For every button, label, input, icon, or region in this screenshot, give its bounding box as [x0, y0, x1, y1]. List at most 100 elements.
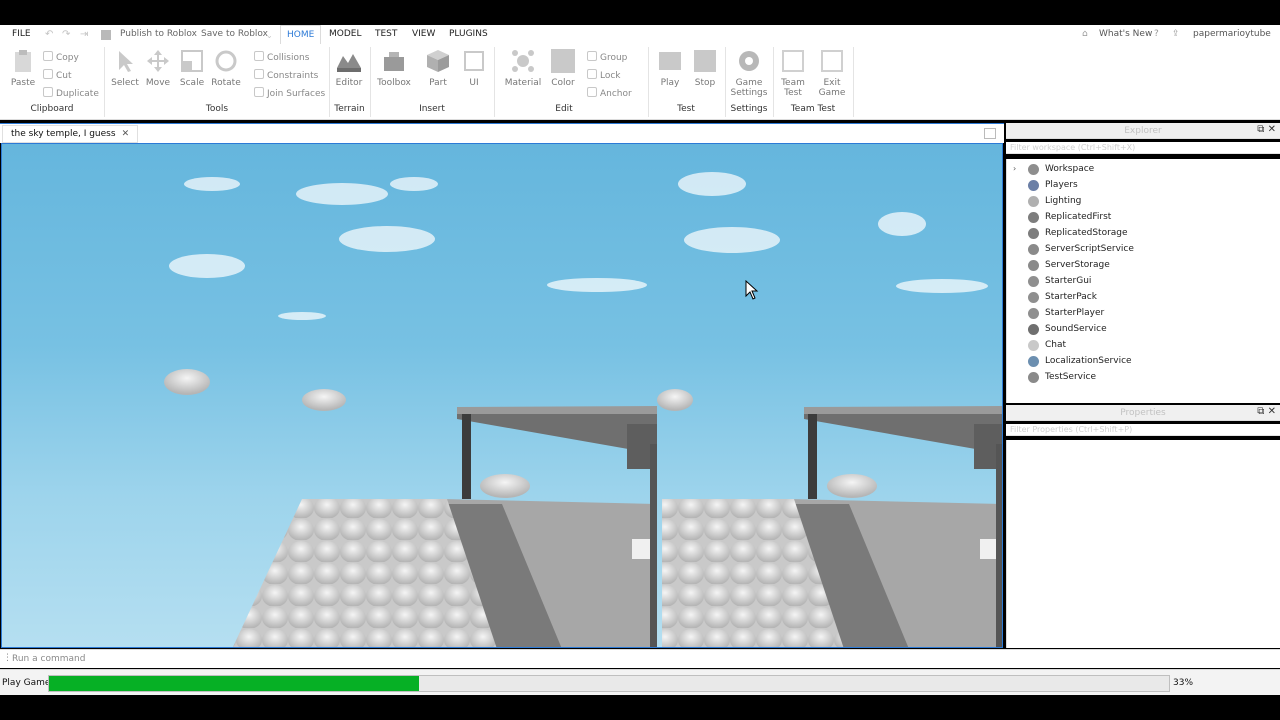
- home-up-icon[interactable]: ⌂: [1082, 29, 1088, 39]
- document-tab[interactable]: the sky temple, I guess ✕: [2, 125, 139, 143]
- game-settings-label-1: Game: [735, 78, 763, 88]
- select-label: Select: [111, 78, 139, 88]
- group-button[interactable]: Group: [587, 51, 627, 63]
- restore-icon[interactable]: [984, 128, 996, 139]
- float-icon[interactable]: ⧉: [1257, 124, 1264, 135]
- 3d-viewport[interactable]: [1, 143, 1003, 648]
- document-tab-title: the sky temple, I guess: [11, 129, 116, 139]
- stop-icon: [694, 50, 716, 72]
- properties-filter-input[interactable]: Filter Properties (Ctrl+Shift+P): [1006, 424, 1280, 436]
- chevron-right-icon[interactable]: ›: [1013, 164, 1016, 173]
- share-icon[interactable]: ⇪: [1172, 29, 1180, 39]
- duplicate-button[interactable]: Duplicate: [43, 87, 99, 99]
- copy-button[interactable]: Copy: [43, 51, 79, 63]
- lock-button[interactable]: Lock: [587, 69, 621, 81]
- save-to-roblox-button[interactable]: Save to Roblox: [201, 29, 268, 39]
- properties-header: Properties ⧉ ✕: [1006, 405, 1280, 421]
- close-icon[interactable]: ✕: [122, 129, 130, 139]
- tab-home[interactable]: HOME: [280, 25, 322, 45]
- team-test-label-2: Test: [784, 88, 802, 98]
- material-label: Material: [504, 78, 542, 88]
- chevron-down-icon[interactable]: ⌄: [266, 31, 273, 40]
- terrain-group-label: Terrain: [334, 104, 365, 114]
- play-icon: [659, 52, 681, 70]
- publish-icon[interactable]: [101, 30, 111, 40]
- redo-icon[interactable]: ↷: [62, 29, 70, 40]
- tree-item-test-service[interactable]: TestService: [1007, 369, 1280, 385]
- color-button[interactable]: Color: [541, 48, 585, 88]
- publish-to-roblox-button[interactable]: Publish to Roblox: [120, 29, 197, 39]
- material-button[interactable]: Material: [501, 48, 545, 88]
- tree-item-localization-service[interactable]: LocalizationService: [1007, 353, 1280, 369]
- exit-game-button[interactable]: Exit Game: [810, 48, 854, 98]
- exit-game-label-2: Game: [818, 88, 846, 98]
- properties-window-controls: ⧉ ✕: [1257, 406, 1276, 417]
- explorer-window-controls: ⧉ ✕: [1257, 124, 1276, 135]
- rotate-button[interactable]: Rotate: [204, 48, 248, 88]
- game-settings-button[interactable]: Game Settings: [727, 48, 771, 98]
- rotate-label: Rotate: [211, 78, 241, 88]
- tree-item-chat[interactable]: Chat: [1007, 337, 1280, 353]
- separator: [725, 47, 726, 117]
- float-icon[interactable]: ⧉: [1257, 406, 1264, 417]
- insert-group-label: Insert: [419, 104, 445, 114]
- tree-item-starter-pack[interactable]: StarterPack: [1007, 289, 1280, 305]
- tree-item-starter-player[interactable]: StarterPlayer: [1007, 305, 1280, 321]
- title-strip: [0, 0, 1280, 25]
- toolbox-button[interactable]: Toolbox: [372, 48, 416, 88]
- join-surfaces-toggle[interactable]: Join Surfaces: [254, 87, 325, 99]
- stop-button[interactable]: Stop: [683, 48, 727, 88]
- tab-plugins[interactable]: PLUGINS: [449, 29, 488, 39]
- tree-item-lighting[interactable]: Lighting: [1007, 193, 1280, 209]
- properties-title: Properties: [1120, 408, 1166, 418]
- cut-button[interactable]: Cut: [43, 69, 72, 81]
- color-label: Color: [551, 78, 575, 88]
- explorer-filter-input[interactable]: Filter workspace (Ctrl+Shift+X): [1006, 142, 1280, 154]
- group-label: Group: [600, 53, 628, 63]
- step-icon[interactable]: ⇥: [80, 29, 88, 40]
- team-test-label-1: Team: [781, 78, 805, 88]
- username-label[interactable]: papermarioytube: [1193, 29, 1271, 39]
- anchor-button[interactable]: Anchor: [587, 87, 632, 99]
- paste-button[interactable]: Paste: [1, 48, 45, 88]
- play-label: Play: [660, 78, 680, 88]
- anchor-icon: [587, 87, 597, 97]
- whats-new-link[interactable]: What's New: [1099, 29, 1152, 39]
- tools-group-label: Tools: [205, 104, 229, 114]
- sky-clouds: [169, 172, 988, 320]
- tree-item-starter-gui[interactable]: StarterGui: [1007, 273, 1280, 289]
- starter-gui-icon: [1028, 276, 1039, 287]
- tree-item-sound-service[interactable]: SoundService: [1007, 321, 1280, 337]
- team-test-button[interactable]: Team Test: [771, 48, 815, 98]
- localization-service-icon: [1028, 356, 1039, 367]
- starter-pack-icon: [1028, 292, 1039, 303]
- test-group-label: Test: [677, 104, 695, 114]
- terrain-editor-button[interactable]: Editor: [327, 48, 371, 88]
- constraints-toggle[interactable]: Constraints: [254, 69, 318, 81]
- tab-model[interactable]: MODEL: [329, 29, 361, 39]
- join-surfaces-icon: [254, 87, 264, 97]
- explorer-filter-placeholder: Filter workspace (Ctrl+Shift+X): [1010, 143, 1136, 152]
- close-icon[interactable]: ✕: [1268, 124, 1276, 135]
- file-menu[interactable]: FILE: [12, 29, 31, 39]
- collisions-toggle[interactable]: Collisions: [254, 51, 309, 63]
- tab-test[interactable]: TEST: [375, 29, 397, 39]
- tree-item-players[interactable]: Players: [1007, 177, 1280, 193]
- tree-item-server-script-service[interactable]: ServerScriptService: [1007, 241, 1280, 257]
- undo-icon[interactable]: ↶: [45, 29, 53, 40]
- separator: [370, 47, 371, 117]
- help-icon[interactable]: ?: [1154, 29, 1159, 39]
- tree-item-replicated-storage[interactable]: ReplicatedStorage: [1007, 225, 1280, 241]
- ui-button[interactable]: UI: [452, 48, 496, 88]
- tree-item-server-storage[interactable]: ServerStorage: [1007, 257, 1280, 273]
- tree-item-replicated-first[interactable]: ReplicatedFirst: [1007, 209, 1280, 225]
- command-bar[interactable]: ⋮ Run a command: [0, 649, 1280, 668]
- document-tab-bar: the sky temple, I guess ✕: [0, 123, 1004, 143]
- tree-item-workspace[interactable]: › Workspace: [1007, 161, 1280, 177]
- close-icon[interactable]: ✕: [1268, 406, 1276, 417]
- cut-icon: [43, 69, 53, 79]
- part-cube-icon: [427, 50, 449, 72]
- command-input-placeholder: Run a command: [12, 654, 86, 664]
- properties-body: [1006, 440, 1280, 648]
- tab-view[interactable]: VIEW: [412, 29, 435, 39]
